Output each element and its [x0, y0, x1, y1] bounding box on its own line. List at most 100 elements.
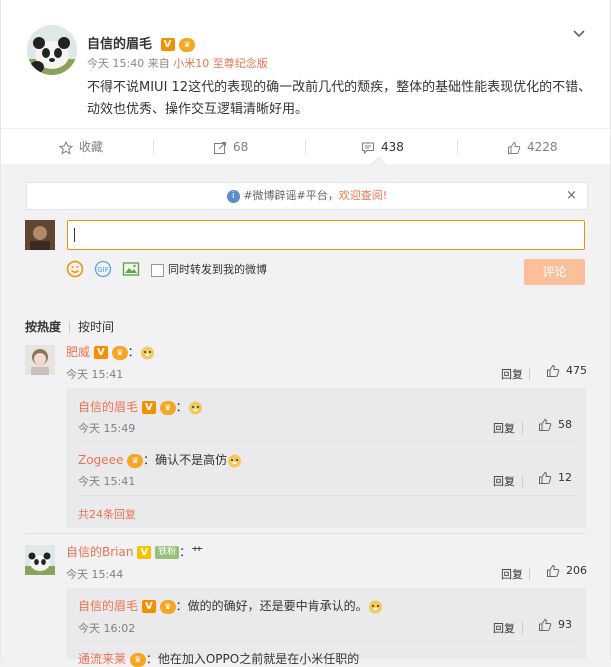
fan-badge: 铁粉 [155, 546, 180, 559]
thumbs-up-icon [539, 618, 552, 631]
svg-text:GIF: GIF [97, 266, 109, 274]
replier-name[interactable]: Zogeee [78, 453, 123, 467]
thumbs-up-icon [508, 141, 521, 154]
reply-item: 自信的眉毛 V ♛ ：做的的确好，还是要中肯承认的。 [78, 597, 383, 614]
commenter-name[interactable]: 自信的Brian [66, 545, 133, 559]
reply-button[interactable]: 回复 [501, 366, 523, 382]
comment-icon [362, 142, 374, 154]
replier-name[interactable]: 通流来莱 [78, 652, 126, 666]
reply-text: ：确认不是高仿 [143, 453, 228, 467]
divider [529, 368, 530, 380]
comment-item: 自信的Brian V 铁粉 ：艹 [66, 543, 203, 560]
vip-member-icon: ♛ [127, 453, 144, 468]
reply-like-count: 93 [558, 618, 572, 631]
gif-icon[interactable]: GIF [94, 260, 112, 278]
post-from-label: 来自 [147, 57, 170, 70]
sort-tabs: 按热度 按时间 [25, 318, 114, 335]
post-text: 不得不说MIUI 12这代的表现的确一改前几代的颓疾，整体的基础性能表现优化的不… [87, 80, 592, 117]
post-author[interactable]: 自信的眉毛 V ♛ [87, 33, 196, 52]
vip-member-icon: ♛ [159, 400, 176, 415]
post-time[interactable]: 今天 15:40 [87, 57, 144, 70]
vip-member-icon: ♛ [129, 652, 146, 667]
divider [153, 139, 154, 155]
favorite-button[interactable]: 收藏 [58, 129, 104, 165]
comment-text: ：艹 [179, 545, 204, 559]
sort-by-hot[interactable]: 按热度 [25, 320, 61, 334]
comment-time: 今天 15:41 [66, 368, 124, 381]
divider [522, 475, 523, 487]
verified-badge: V [160, 38, 175, 51]
comment-like-count: 475 [566, 364, 587, 377]
repost-count: 68 [233, 140, 249, 154]
commenter-avatar[interactable] [25, 545, 55, 575]
comment-like-button[interactable]: 206 [546, 564, 587, 578]
reply-text: ：他在加入OPPO之前就是在小米任职的 [145, 652, 360, 666]
post-source[interactable]: 小米10 至尊纪念版 [173, 57, 268, 70]
sort-by-time[interactable]: 按时间 [78, 320, 114, 334]
reply-like-button[interactable]: 58 [538, 418, 572, 432]
notice-text: #微博辟谣#平台， [243, 189, 339, 202]
reply-time: 今天 16:02 [78, 622, 136, 635]
image-icon[interactable] [122, 260, 140, 278]
reply-button[interactable]: 回复 [493, 620, 515, 636]
more-replies-link[interactable]: 共24条回复 [78, 506, 136, 522]
comment-time: 今天 15:44 [66, 568, 124, 581]
divider [457, 139, 458, 155]
divider [522, 622, 523, 634]
repost-label: 同时转发到我的微博 [168, 263, 267, 276]
commenter-name[interactable]: 肥威 [66, 345, 90, 359]
reply-like-button[interactable]: 93 [538, 618, 572, 632]
comment-input[interactable] [67, 220, 585, 250]
verified-badge: V [141, 401, 156, 414]
post-meta: 今天 15:40 来自 小米10 至尊纪念版 [87, 55, 268, 71]
close-icon[interactable]: × [566, 183, 577, 209]
post-action-bar: 收藏 68 438 4228 [1, 128, 610, 166]
comment-like-count: 206 [566, 564, 587, 577]
reply-like-count: 12 [558, 471, 572, 484]
author-avatar[interactable] [27, 25, 77, 75]
reply-item: Zogeee ♛ ：确认不是高仿 [78, 451, 242, 468]
repost-checkbox[interactable] [151, 263, 164, 277]
doge-emoji-icon [140, 345, 155, 360]
reply-button[interactable]: 回复 [493, 473, 515, 489]
reply-item: 自信的眉毛 V ♛： [78, 398, 203, 415]
emoji-icon[interactable] [66, 260, 84, 278]
vip-member-icon: ♛ [159, 599, 176, 614]
info-icon: i [226, 189, 240, 203]
verified-badge: V [137, 546, 152, 559]
reply-text: ：做的的确好，还是要中肯承认的。 [175, 599, 368, 613]
commenter-avatar[interactable] [25, 345, 55, 375]
doge-emoji-icon [188, 400, 203, 415]
reply-text: ： [175, 400, 188, 414]
notice-link[interactable]: 欢迎查阅! [339, 189, 387, 202]
composer-tools: GIF [66, 260, 146, 280]
submit-comment-button[interactable]: 评论 [524, 259, 585, 285]
comment-button[interactable]: 438 [361, 129, 404, 165]
repost-option[interactable]: 同时转发到我的微博 [151, 261, 267, 277]
thumbs-up-icon [539, 418, 552, 431]
repost-button[interactable]: 68 [213, 129, 248, 165]
reply-button[interactable]: 回复 [493, 420, 515, 436]
reply-button[interactable]: 回复 [501, 566, 523, 582]
reply-time: 今天 15:49 [78, 422, 136, 435]
divider [25, 533, 586, 534]
reply-like-button[interactable]: 12 [538, 471, 572, 485]
divider [529, 568, 530, 580]
current-user-avatar[interactable] [25, 220, 55, 250]
repost-icon [214, 141, 226, 154]
favorite-label: 收藏 [79, 140, 104, 154]
text-caret [74, 228, 75, 242]
divider [69, 322, 71, 333]
divider [78, 441, 578, 442]
post-author-name[interactable]: 自信的眉毛 [87, 37, 152, 52]
like-button[interactable]: 4228 [507, 129, 558, 165]
thumbs-up-icon [539, 471, 552, 484]
verified-badge: V [93, 346, 108, 359]
divider [78, 641, 578, 642]
chevron-down-icon[interactable] [572, 26, 586, 40]
replier-name[interactable]: 自信的眉毛 [78, 599, 138, 613]
replier-name[interactable]: 自信的眉毛 [78, 400, 138, 414]
comment-like-button[interactable]: 475 [546, 364, 587, 378]
thumbs-up-icon [547, 564, 560, 577]
vip-member-icon: ♛ [179, 37, 196, 52]
